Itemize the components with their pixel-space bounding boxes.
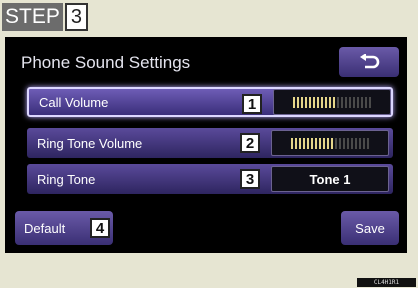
image-code-label: CL4H1R1 [357,278,416,287]
volume-bar-segment [355,137,357,149]
volume-bar-segment [339,137,341,149]
default-label: Default [24,220,66,236]
step-badge: STEP 3 [2,3,88,31]
ring-tone-row[interactable]: Ring Tone 3 Tone 1 [27,164,393,194]
volume-bar-segment [293,96,295,108]
ring-tone-volume-bars [291,137,369,149]
volume-bar-segment [343,137,345,149]
step-label: STEP [2,3,63,31]
volume-bar-segment [323,137,325,149]
step-number: 3 [64,3,88,31]
ring-tone-volume-label: Ring Tone Volume [37,135,143,151]
call-volume-level[interactable] [273,89,391,115]
callout-number-1: 1 [242,94,262,114]
volume-bar-segment [351,137,353,149]
volume-bar-segment [333,96,335,108]
ring-tone-label: Ring Tone [37,171,96,187]
volume-bar-segment [331,137,333,149]
volume-bar-segment [311,137,313,149]
volume-bar-segment [303,137,305,149]
back-button[interactable] [339,47,399,77]
callout-number-4: 4 [90,218,110,238]
volume-bar-segment [347,137,349,149]
call-volume-bars [293,96,371,108]
callout-number-2: 2 [240,133,260,153]
volume-bar-segment [309,96,311,108]
volume-bar-segment [301,96,303,108]
volume-bar-segment [367,137,369,149]
volume-bar-segment [363,137,365,149]
default-button[interactable]: Default 4 [15,211,113,245]
ring-tone-volume-row[interactable]: Ring Tone Volume 2 [27,128,393,158]
volume-bar-segment [325,96,327,108]
return-arrow-icon [360,54,380,69]
volume-bar-segment [321,96,323,108]
call-volume-label: Call Volume [39,94,109,110]
call-volume-row[interactable]: Call Volume 1 [27,87,393,117]
ring-tone-value-box[interactable]: Tone 1 [271,166,389,192]
volume-bar-segment [359,137,361,149]
volume-bar-segment [313,96,315,108]
ring-tone-volume-level[interactable] [271,130,389,156]
volume-bar-segment [345,96,347,108]
volume-bar-segment [297,96,299,108]
volume-bar-segment [361,96,363,108]
volume-bar-segment [341,96,343,108]
volume-bar-segment [317,96,319,108]
volume-bar-segment [337,96,339,108]
volume-bar-segment [365,96,367,108]
volume-bar-segment [327,137,329,149]
volume-bar-segment [357,96,359,108]
display-screen: Phone Sound Settings Call Volume 1 Ring … [5,37,407,253]
volume-bar-segment [305,96,307,108]
volume-bar-segment [335,137,337,149]
callout-number-3: 3 [240,169,260,189]
volume-bar-segment [329,96,331,108]
page-title: Phone Sound Settings [21,53,191,72]
volume-bar-segment [315,137,317,149]
volume-bar-segment [295,137,297,149]
volume-bar-segment [319,137,321,149]
volume-bar-segment [307,137,309,149]
ring-tone-value: Tone 1 [309,171,351,187]
volume-bar-segment [349,96,351,108]
volume-bar-segment [353,96,355,108]
volume-bar-segment [369,96,371,108]
volume-bar-segment [291,137,293,149]
save-button[interactable]: Save [341,211,399,245]
volume-bar-segment [299,137,301,149]
